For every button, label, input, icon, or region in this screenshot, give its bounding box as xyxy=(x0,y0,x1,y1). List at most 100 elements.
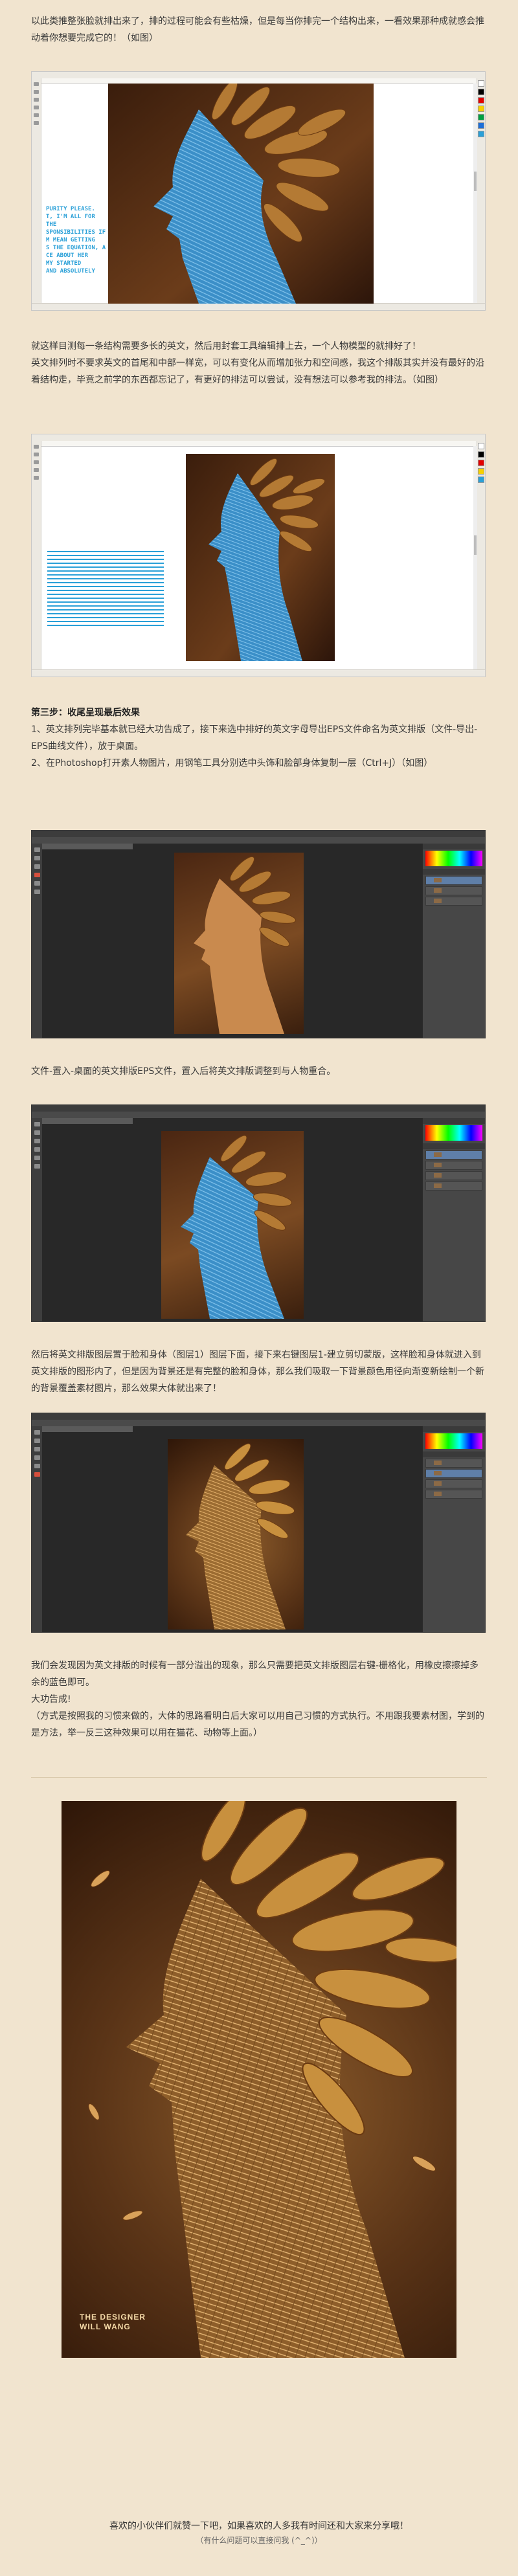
status-bar xyxy=(32,303,485,310)
shape-tool-icon[interactable] xyxy=(34,453,39,456)
color-palette xyxy=(477,441,485,670)
closing-line-2: （有什么问题可以直接问我 (^_^)） xyxy=(196,2536,322,2545)
swatch[interactable] xyxy=(478,97,484,104)
credit-line-1: THE DESIGNER xyxy=(80,2313,146,2322)
lasso-icon[interactable] xyxy=(34,864,40,869)
closing-notes: 喜欢的小伙伴们就赞一下吧，如果喜欢的人多我有时间还和大家来分享哦！ （有什么问题… xyxy=(0,2518,518,2547)
fill-tool-icon[interactable] xyxy=(34,121,39,125)
tutorial-page: 以此类推整张脸就排出来了，排的过程可能会有些枯燥，但是每当你排完一个结构出来，一… xyxy=(0,0,518,2576)
swatch[interactable] xyxy=(478,468,484,475)
layer-row[interactable] xyxy=(425,1150,482,1159)
swatch[interactable] xyxy=(478,106,484,112)
color-panel[interactable] xyxy=(425,851,482,866)
step3-item-1: 1、英文排列完毕基本就已经大功告成了，接下来选中排好的英文字母导出EPS文件命名… xyxy=(31,724,478,752)
gradient-icon[interactable] xyxy=(34,1472,40,1477)
swatch[interactable] xyxy=(478,451,484,458)
brush-icon[interactable] xyxy=(34,881,40,886)
closing-line-1: 喜欢的小伙伴们就赞一下吧，如果喜欢的人多我有时间还和大家来分享哦！ xyxy=(109,2521,409,2531)
document-tab[interactable] xyxy=(42,1426,133,1432)
pen-icon[interactable] xyxy=(34,873,40,877)
portrait-artwork xyxy=(108,84,374,304)
place-text: 文件-置入-桌面的英文排版EPS文件，置入后将英文排版调整到与人物重合。 xyxy=(31,1066,336,1077)
marquee-icon[interactable] xyxy=(34,1439,40,1443)
fix-text-2: 大功告成! xyxy=(31,1694,71,1705)
clip-paragraph: 然后将英文排版图层置于脸和身体（图层1）图层下面，接下来右键图层1-建立剪切蒙版… xyxy=(31,1347,487,1397)
credit-line-2: WILL WANG xyxy=(80,2322,131,2331)
coreldraw-screenshot-1: PURITY PLEASE. T, I'M ALL FOR THE SPONSI… xyxy=(31,71,486,311)
layer-row[interactable] xyxy=(425,876,482,885)
layer-row[interactable] xyxy=(425,897,482,906)
swatch[interactable] xyxy=(478,460,484,466)
photoshop-screenshot-1 xyxy=(31,830,486,1038)
envelope-tool-icon[interactable] xyxy=(34,476,39,480)
panels-dock xyxy=(422,844,485,1038)
brush-icon[interactable] xyxy=(34,1464,40,1468)
lasso-icon[interactable] xyxy=(34,1447,40,1451)
zoom-tool-icon[interactable] xyxy=(34,98,39,102)
english-text-column xyxy=(47,548,164,626)
layer-row[interactable] xyxy=(425,1161,482,1170)
tools-panel xyxy=(32,1426,43,1632)
marquee-icon[interactable] xyxy=(34,1130,40,1135)
text-tool-icon[interactable] xyxy=(34,106,39,109)
color-panel[interactable] xyxy=(425,1125,482,1141)
pick-tool-icon[interactable] xyxy=(34,82,39,86)
move-icon[interactable] xyxy=(34,847,40,852)
swatch[interactable] xyxy=(478,443,484,449)
color-panel[interactable] xyxy=(425,1433,482,1449)
photoshop-screenshot-2 xyxy=(31,1104,486,1322)
shape-tool-icon[interactable] xyxy=(34,90,39,94)
toolbox xyxy=(32,78,41,304)
eraser-icon[interactable] xyxy=(34,890,40,894)
step3-heading: 第三步：收尾呈现最后效果 xyxy=(31,708,140,718)
move-icon[interactable] xyxy=(34,1430,40,1435)
step3-item-2: 2、在Photoshop打开素人物图片，用钢笔工具分别选中头饰和脸部身体复制一层… xyxy=(31,758,433,768)
portrait-artwork xyxy=(186,454,335,661)
zoom-tool-icon[interactable] xyxy=(34,460,39,464)
pen-icon[interactable] xyxy=(34,1455,40,1460)
swatch[interactable] xyxy=(478,476,484,483)
step2-line-2: 英文排列时不要求英文的首尾和中部一样宽，可以有变化从而增加张力和空间感，我这个排… xyxy=(31,358,484,385)
panels-dock xyxy=(422,1426,485,1632)
marquee-icon[interactable] xyxy=(34,856,40,860)
tools-panel xyxy=(32,844,43,1038)
lasso-icon[interactable] xyxy=(34,1139,40,1143)
photoshop-screenshot-3 xyxy=(31,1413,486,1633)
vertical-scrollbar[interactable] xyxy=(473,446,477,670)
envelope-tool-icon[interactable] xyxy=(34,113,39,117)
vertical-scrollbar[interactable] xyxy=(473,84,477,304)
status-bar xyxy=(32,669,485,677)
layer-row[interactable] xyxy=(425,1469,482,1478)
swatch[interactable] xyxy=(478,114,484,120)
toolbox xyxy=(32,441,41,670)
tools-panel xyxy=(32,1118,43,1321)
fix-paragraph: 我们会发现因为英文排版的时候有一部分溢出的现象，那么只需要把英文排版图层右键-栅… xyxy=(31,1657,487,1742)
swatch[interactable] xyxy=(478,89,484,95)
coreldraw-screenshot-2 xyxy=(31,434,486,677)
document-tab[interactable] xyxy=(42,1118,133,1124)
brush-icon[interactable] xyxy=(34,1156,40,1160)
fix-text-3: （方式是按照我的习惯来做的，大体的思路看明白后大家可以用自己习惯的方式执行。不用… xyxy=(31,1711,484,1738)
layer-row[interactable] xyxy=(425,1479,482,1488)
overlay-photo xyxy=(161,1131,304,1319)
move-icon[interactable] xyxy=(34,1122,40,1126)
step3-section: 第三步：收尾呈现最后效果 1、英文排列完毕基本就已经大功告成了，接下来选中排好的… xyxy=(31,704,487,772)
swatch[interactable] xyxy=(478,131,484,137)
divider xyxy=(31,1777,487,1778)
fix-text-1: 我们会发现因为英文排版的时候有一部分溢出的现象，那么只需要把英文排版图层右键-栅… xyxy=(31,1661,479,1688)
layer-row[interactable] xyxy=(425,1182,482,1191)
swatch[interactable] xyxy=(478,80,484,87)
pen-icon[interactable] xyxy=(34,1147,40,1152)
layer-row[interactable] xyxy=(425,1459,482,1468)
eraser-icon[interactable] xyxy=(34,1164,40,1169)
panels-dock xyxy=(422,1118,485,1321)
result-photo xyxy=(168,1439,304,1630)
text-tool-icon[interactable] xyxy=(34,468,39,472)
layer-row[interactable] xyxy=(425,1490,482,1499)
swatch[interactable] xyxy=(478,122,484,129)
step2-paragraph: 就这样目测每一条结构需要多长的英文，然后用封套工具编辑排上去，一个人物模型的就排… xyxy=(31,338,487,388)
pick-tool-icon[interactable] xyxy=(34,445,39,449)
layer-row[interactable] xyxy=(425,886,482,895)
layer-row[interactable] xyxy=(425,1171,482,1180)
document-tab[interactable] xyxy=(42,844,133,849)
